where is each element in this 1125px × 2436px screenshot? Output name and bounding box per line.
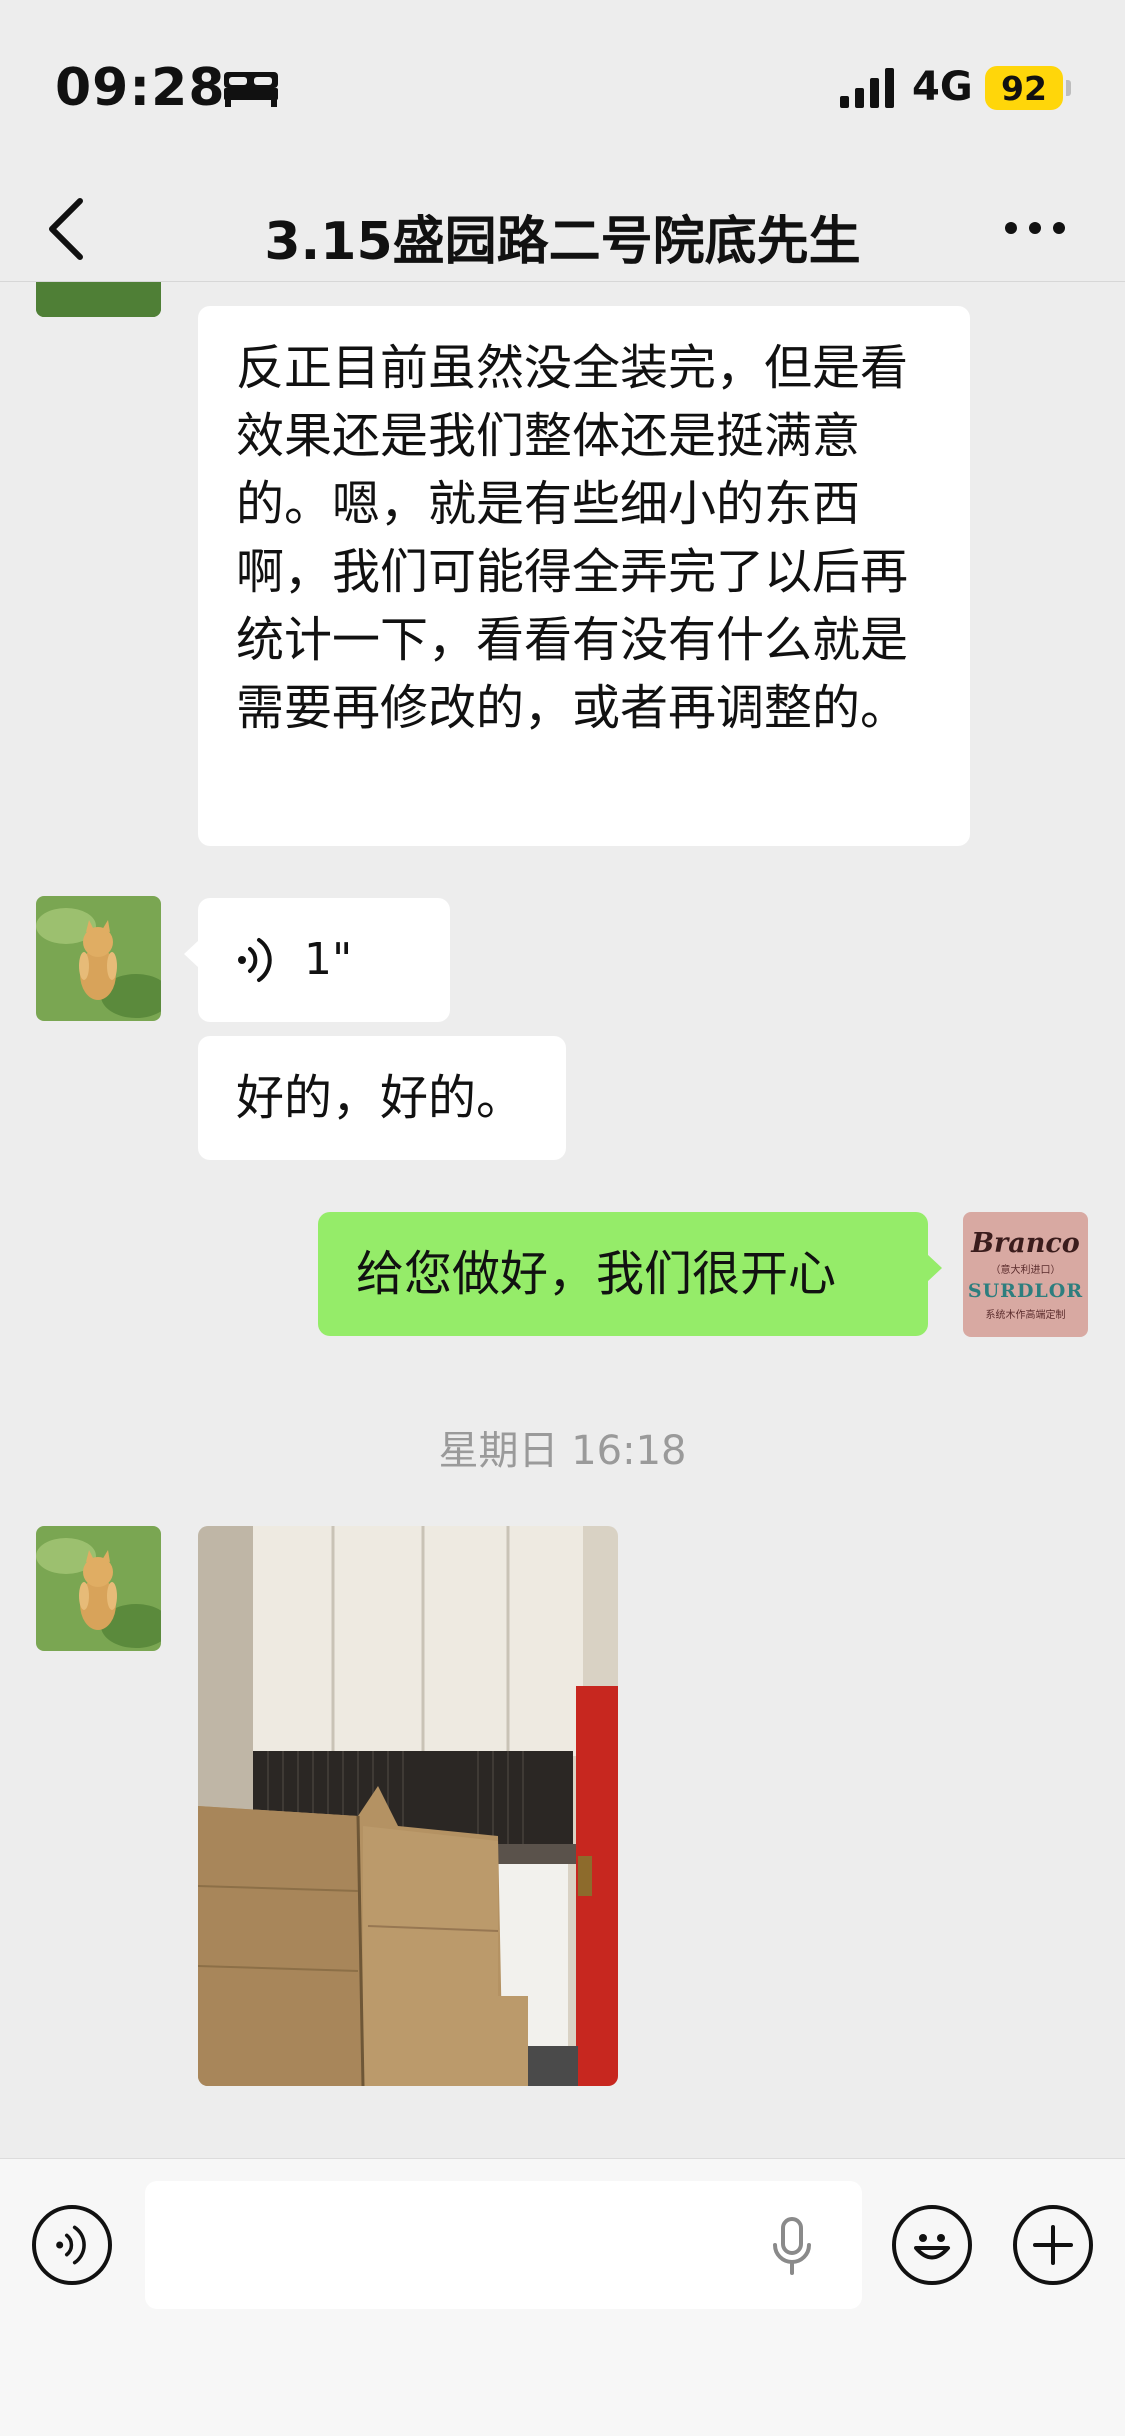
contact-avatar[interactable] bbox=[36, 1526, 161, 1651]
back-button[interactable] bbox=[40, 187, 100, 271]
status-time: 09:28 bbox=[55, 58, 226, 118]
microphone-icon[interactable] bbox=[770, 2217, 814, 2277]
brand-tagline: 系统木作高端定制 bbox=[985, 1310, 1066, 1321]
voice-mode-icon bbox=[56, 2225, 86, 2265]
photo-message[interactable] bbox=[198, 1526, 618, 2086]
status-bar: 09:28 4G 92 bbox=[0, 0, 1125, 175]
voice-duration: 1" bbox=[304, 934, 353, 985]
voice-mode-button[interactable] bbox=[32, 2205, 112, 2285]
network-label: 4G bbox=[912, 64, 973, 110]
cat-photo-avatar bbox=[36, 1526, 161, 1651]
time-divider: 星期日 16:18 bbox=[438, 1428, 687, 1474]
emoji-button[interactable] bbox=[892, 2205, 972, 2285]
brand-subtitle: （意大利进口） bbox=[990, 1265, 1061, 1276]
message-text: 给您做好，我们很开心 bbox=[356, 1246, 837, 1302]
message-bubble[interactable]: 好的，好的。 bbox=[198, 1036, 566, 1160]
voice-message-bubble[interactable]: 1" bbox=[184, 898, 450, 1022]
chat-header: 3.15盛园路二号院底先生 bbox=[0, 175, 1125, 282]
battery-nub bbox=[1066, 80, 1071, 96]
bed-icon bbox=[224, 72, 278, 107]
my-message-bubble[interactable]: 给您做好，我们很开心 bbox=[318, 1212, 942, 1336]
message-text: 好的，好的。 bbox=[236, 1070, 525, 1126]
chat-title: 3.15盛园路二号院底先生 bbox=[264, 212, 861, 272]
voice-wave-icon bbox=[238, 938, 272, 982]
brand-name: SURDLOR bbox=[967, 1280, 1084, 1302]
cat-photo-avatar bbox=[36, 282, 161, 317]
plus-icon bbox=[1033, 2225, 1073, 2265]
message-bubble[interactable]: 反正目前虽然没全装完，但是看效果还是我们整体还是挺满意的。嗯，就是有些细小的东西… bbox=[198, 306, 970, 846]
contact-avatar[interactable] bbox=[36, 282, 161, 317]
brand-logo-text: Branco bbox=[971, 1228, 1080, 1259]
contact-avatar[interactable] bbox=[36, 896, 161, 1021]
message-input[interactable] bbox=[145, 2181, 862, 2309]
message-text: 反正目前虽然没全装完，但是看效果还是我们整体还是挺满意的。嗯，就是有些细小的东西… bbox=[236, 340, 909, 736]
cat-photo-avatar bbox=[36, 896, 161, 1021]
plus-button[interactable] bbox=[1013, 2205, 1093, 2285]
emoji-icon bbox=[914, 2234, 950, 2260]
message-list[interactable]: 反正目前虽然没全装完，但是看效果还是我们整体还是挺满意的。嗯，就是有些细小的东西… bbox=[0, 282, 1125, 2158]
battery-indicator: 92 bbox=[985, 66, 1063, 110]
more-horizontal-icon[interactable] bbox=[1000, 200, 1070, 256]
my-avatar[interactable]: Branco （意大利进口） SURDLOR 系统木作高端定制 bbox=[963, 1212, 1088, 1337]
chevron-left-icon bbox=[49, 198, 83, 260]
signal-icon bbox=[840, 68, 894, 108]
photo-thumbnail bbox=[198, 1526, 618, 2086]
battery-level: 92 bbox=[1001, 68, 1047, 108]
input-bar bbox=[0, 2158, 1125, 2436]
